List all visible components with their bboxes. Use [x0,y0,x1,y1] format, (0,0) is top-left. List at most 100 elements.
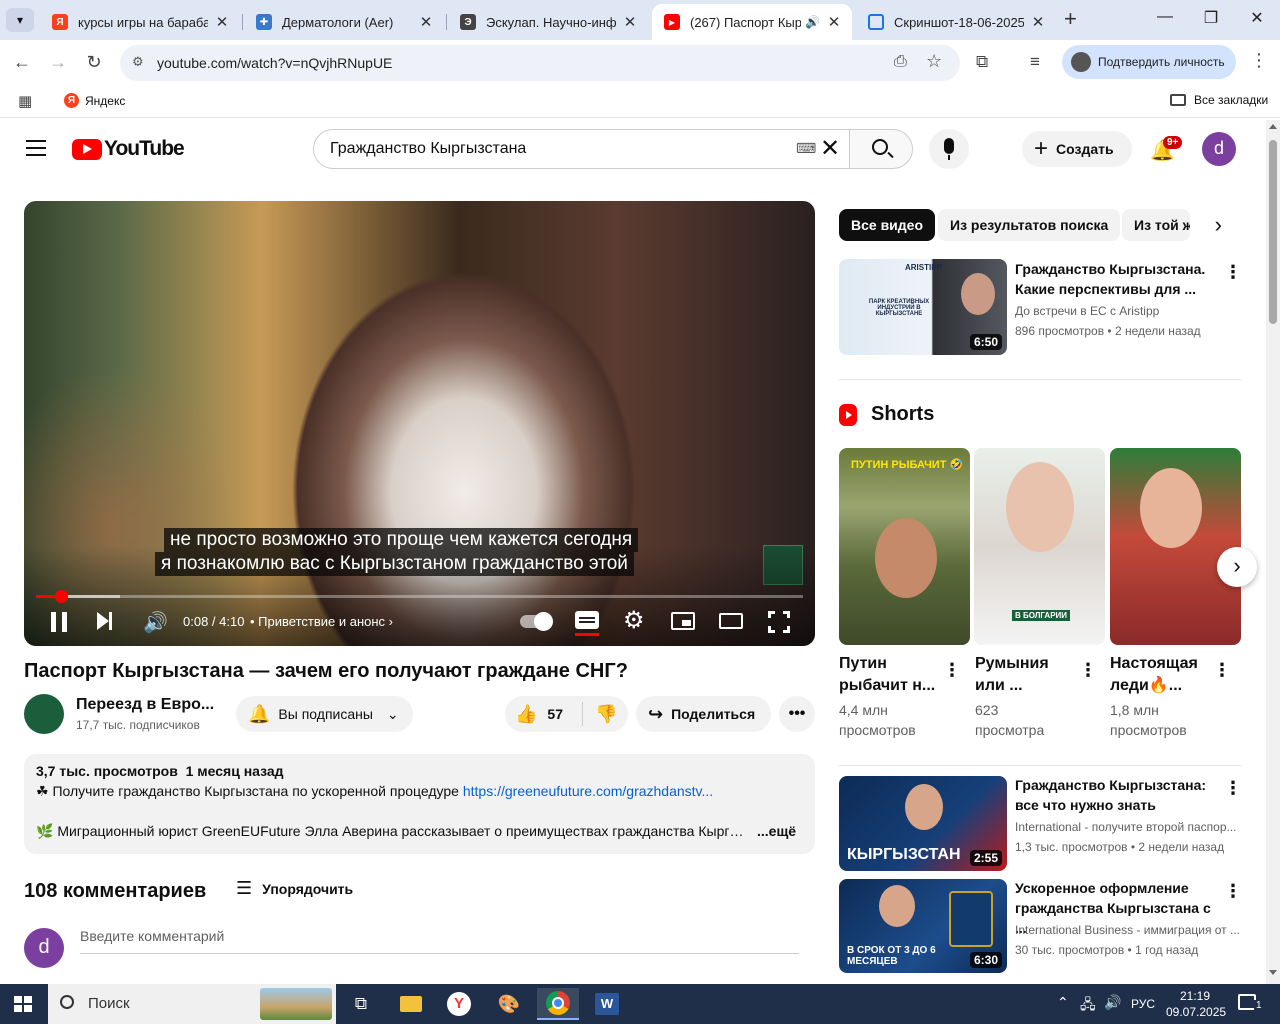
comment-input[interactable]: Введите комментарий [80,928,799,954]
more-actions-button[interactable]: ••• [779,696,815,732]
video-menu-icon[interactable]: ⋮ [1223,881,1243,902]
video-progress-bar[interactable] [36,590,803,603]
paint-icon[interactable]: 🎨 [488,988,530,1020]
miniplayer-icon[interactable] [671,612,695,630]
short-thumbnail[interactable] [1110,448,1241,645]
bookmark-star-icon[interactable]: ☆ [926,51,942,72]
voice-search-button[interactable] [929,129,969,169]
word-icon[interactable]: W [586,988,628,1020]
scroll-down-arrow-icon[interactable] [1269,970,1277,975]
scrubber-handle[interactable] [54,590,68,603]
apps-grid-icon[interactable]: ▦ [18,92,32,110]
related-video-thumbnail[interactable]: В СРОК ОТ 3 ДО 6 МЕСЯЦЕВ 6:30 [839,879,1007,973]
user-avatar[interactable]: d [1202,132,1236,166]
dislike-button[interactable]: 👎 [583,704,617,725]
short-title[interactable]: Настоящая леди🔥... [1110,653,1210,697]
close-tab-icon[interactable]: ✕ [418,13,434,31]
tab-youtube-active[interactable]: ▶ (267) Паспорт Кыргыз 🔊 ✕ [652,4,852,40]
settings-gear-icon[interactable]: ⚙ [623,606,645,635]
task-view-icon[interactable]: ⧉ [340,988,382,1020]
tab-drum-courses[interactable]: Я курсы игры на барабана ✕ [40,4,240,40]
channel-name[interactable]: Переезд в Евро... [76,696,214,714]
forward-arrow-icon[interactable]: → [46,52,70,73]
video-description[interactable]: 3,7 тыс. просмотров 1 месяц назад ☘ Полу… [24,754,815,854]
create-button[interactable]: + Создать [1022,131,1132,167]
close-tab-icon[interactable]: ✕ [1030,13,1046,31]
subtitles-icon[interactable] [575,611,599,636]
chips-next-chevron-icon[interactable]: › [1190,206,1240,244]
short-title[interactable]: Румыния или ... [975,653,1075,697]
language-indicator[interactable]: РУС [1131,997,1155,1011]
yandex-browser-icon[interactable]: Y [438,988,480,1020]
show-more-link[interactable]: ...ещё [757,823,796,839]
description-link[interactable]: https://greeneufuture.com/grazhdanstv... [463,783,713,799]
shorts-next-button[interactable]: › [1217,547,1257,587]
short-menu-icon[interactable]: ⋮ [1078,660,1098,681]
restore-icon[interactable]: ❐ [1196,8,1226,28]
sort-comments-button[interactable]: ☰ Упорядочить [236,878,353,899]
minimize-icon[interactable]: — [1150,8,1180,26]
related-video-channel[interactable]: International - получите второй паспор..… [1015,820,1241,834]
video-menu-icon[interactable]: ⋮ [1223,262,1243,283]
related-video-channel[interactable]: International Business - иммиграция от .… [1015,923,1241,937]
keyboard-icon[interactable]: ⌨ [796,140,816,157]
channel-avatar[interactable] [24,694,64,734]
short-thumbnail[interactable]: ПУТИН РЫБАЧИТ 🤣 [839,448,970,645]
extensions-icon[interactable]: ⧉ [976,52,988,72]
browser-menu-icon[interactable]: ⋮ [1250,50,1268,71]
bookmark-yandex[interactable]: Я Яндекс [64,93,125,108]
chrome-icon[interactable] [537,988,579,1020]
search-button[interactable] [849,129,913,169]
taskbar-search-box[interactable]: Поиск [48,984,336,1024]
close-tab-icon[interactable]: ✕ [826,13,842,31]
clock[interactable]: 21:19 09.07.2025 [1166,988,1226,1020]
site-info-icon[interactable]: ⚙ [132,54,144,70]
chip-from-search[interactable]: Из результатов поиска [938,209,1121,241]
volume-tray-icon[interactable]: 🔊 [1104,994,1121,1011]
short-menu-icon[interactable]: ⋮ [1212,660,1232,681]
share-button[interactable]: ↪ Поделиться [636,696,771,732]
file-explorer-icon[interactable] [390,988,432,1020]
page-scrollbar[interactable] [1266,120,1280,984]
close-tab-icon[interactable]: ✕ [214,13,230,31]
scrollbar-thumb[interactable] [1269,140,1277,324]
chip-all-videos[interactable]: Все видео [839,209,936,241]
subscribed-button[interactable]: 🔔 Вы подписаны ⌄ [236,696,413,732]
search-input[interactable]: Гражданство Кыргызстана ⌨ ✕ [313,129,850,169]
theater-mode-icon[interactable] [719,613,743,629]
chip-same-channel[interactable]: Из той ж [1122,209,1190,241]
address-bar[interactable]: ⚙ youtube.com/watch?v=nQvjhRNupUE ⎙ ☆ [120,45,960,81]
tab-search-button[interactable]: ▾ [6,8,34,32]
tray-chevron-up-icon[interactable]: ⌃ [1057,994,1069,1011]
chapter-button[interactable]: • Приветствие и анонс › [250,614,393,629]
new-tab-plus-icon[interactable]: + [1064,6,1077,32]
tab-eskulap[interactable]: Э Эскулап. Научно-инфор ✕ [448,4,648,40]
reload-icon[interactable]: ↻ [82,52,106,73]
autoplay-toggle[interactable] [520,612,553,631]
clear-search-icon[interactable]: ✕ [820,134,840,163]
windows-start-icon[interactable] [14,996,32,1012]
close-tab-icon[interactable]: ✕ [622,13,638,31]
video-player[interactable] [24,201,815,646]
related-video-thumbnail[interactable]: ARISTIPP ПАРК КРЕАТИВНЫХ ИНДУСТРИЙ В КЫР… [839,259,1007,355]
media-control-icon[interactable]: ≡ [1030,52,1040,72]
speaker-icon[interactable]: 🔊 [805,15,820,29]
close-window-icon[interactable]: ✕ [1242,8,1272,28]
short-title[interactable]: Путин рыбачит н... [839,653,939,697]
related-video-title[interactable]: Гражданство Кыргызстана: все что нужно з… [1015,775,1215,815]
next-video-icon[interactable] [97,612,112,635]
all-bookmarks[interactable]: Все закладки [1170,93,1268,107]
network-icon[interactable]: 🖧 [1080,994,1096,1018]
related-video-title[interactable]: Гражданство Кыргызстана. Какие перспекти… [1015,259,1215,299]
related-video-thumbnail[interactable]: КЫРГЫЗСТАН 2:55 [839,776,1007,871]
install-app-icon[interactable]: ⎙ [894,53,907,71]
video-menu-icon[interactable]: ⋮ [1223,778,1243,799]
hamburger-menu-icon[interactable] [26,140,46,156]
scroll-up-arrow-icon[interactable] [1269,124,1277,129]
related-video-channel[interactable]: До встречи в ЕС с Aristipp [1015,304,1159,318]
verify-identity-button[interactable]: Подтвердить личность [1062,45,1236,79]
pause-icon[interactable] [51,612,67,632]
volume-icon[interactable]: 🔊 [143,610,168,635]
fullscreen-icon[interactable] [768,611,790,633]
tab-screenshot[interactable]: Скриншот-18-06-2025 1 ✕ [856,4,1056,40]
